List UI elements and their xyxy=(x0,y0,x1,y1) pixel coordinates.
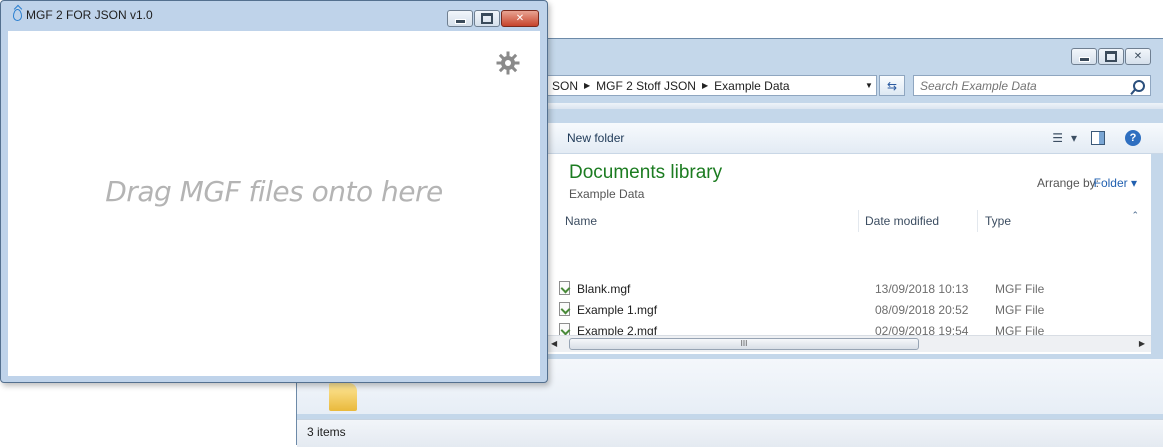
scrollbar-thumb[interactable]: III xyxy=(569,338,919,350)
drop-zone[interactable]: Drag MGF files onto here xyxy=(8,31,540,376)
help-icon[interactable]: ? xyxy=(1125,130,1141,146)
item-count: 3 items xyxy=(307,425,346,439)
horizontal-scrollbar[interactable]: ◀ III ▶ xyxy=(547,335,1151,352)
mgf-maximize-button[interactable] xyxy=(474,10,500,27)
water-drop-icon xyxy=(13,9,22,21)
close-icon: ✕ xyxy=(515,12,525,24)
explorer-caption-buttons xyxy=(1071,48,1151,65)
search-box[interactable] xyxy=(913,75,1151,96)
breadcrumb-1[interactable]: MGF 2 Stoff JSON xyxy=(592,79,700,93)
mgf-window: MGF 2 FOR JSON v1.0 ✕ Drag MGF files ont… xyxy=(0,0,548,383)
file-type: MGF File xyxy=(995,282,1045,296)
file-date: 08/09/2018 20:52 xyxy=(875,303,969,317)
refresh-button[interactable]: ⇆ xyxy=(879,75,905,96)
column-header-date[interactable]: Date modified xyxy=(865,214,939,228)
library-title: Documents library xyxy=(569,162,723,183)
file-name: Blank.mgf xyxy=(577,282,631,296)
drop-hint-text: Drag MGF files onto here xyxy=(105,175,443,208)
mgf-titlebar: MGF 2 FOR JSON v1.0 xyxy=(13,8,153,22)
refresh-icon: ⇆ xyxy=(886,78,898,93)
gear-icon[interactable] xyxy=(496,51,520,75)
column-divider[interactable] xyxy=(858,210,859,232)
scroll-left-icon[interactable]: ◀ xyxy=(551,339,557,348)
change-view-button[interactable]: ☰ ▾ xyxy=(1052,131,1077,145)
column-divider[interactable] xyxy=(977,210,978,232)
arrange-by-dropdown[interactable]: Folder xyxy=(1094,176,1137,190)
search-input[interactable] xyxy=(920,78,1120,93)
library-subtitle: Example Data xyxy=(569,187,645,201)
breadcrumb-arrow-icon[interactable]: ▶ xyxy=(700,81,710,90)
file-type: MGF File xyxy=(995,303,1045,317)
file-name: Example 1.mgf xyxy=(577,303,658,317)
breadcrumb-2[interactable]: Example Data xyxy=(710,79,793,93)
mgf-caption-buttons: ✕ xyxy=(447,10,539,27)
address-bar[interactable]: SON ▶ MGF 2 Stoff JSON ▶ Example Data ▼ xyxy=(547,75,877,96)
mgf-close-button[interactable]: ✕ xyxy=(501,10,539,27)
explorer-minimize-button[interactable] xyxy=(1071,48,1097,65)
explorer-close-button[interactable] xyxy=(1125,48,1151,65)
preview-pane-icon[interactable] xyxy=(1091,131,1105,145)
sort-caret-icon: ⌃ xyxy=(1131,210,1139,220)
mgf-file-icon xyxy=(559,281,570,295)
column-headers: Name Date modified Type ⌃ xyxy=(557,208,1151,234)
column-header-name[interactable]: Name xyxy=(565,214,597,228)
new-folder-button[interactable]: New folder xyxy=(567,131,624,145)
mgf-file-icon xyxy=(559,302,570,316)
breadcrumb-arrow-icon[interactable]: ▶ xyxy=(582,81,592,90)
search-icon[interactable] xyxy=(1133,79,1145,92)
scroll-right-icon[interactable]: ▶ xyxy=(1139,339,1145,348)
file-date: 13/09/2018 10:13 xyxy=(875,282,969,296)
window-title: MGF 2 FOR JSON v1.0 xyxy=(26,8,153,22)
mgf-minimize-button[interactable] xyxy=(447,10,473,27)
status-bar: 3 items xyxy=(297,419,1163,447)
address-dropdown-icon[interactable]: ▼ xyxy=(862,81,876,90)
file-list-pane: Documents library Example Data Arrange b… xyxy=(547,154,1151,354)
folder-icon xyxy=(329,383,357,411)
chevron-down-icon: ▾ xyxy=(1070,131,1077,145)
arrange-by-label: Arrange by: xyxy=(1036,176,1099,190)
breadcrumb-0[interactable]: SON xyxy=(548,79,582,93)
file-row[interactable]: Example 1.mgf 08/09/2018 20:52 MGF File xyxy=(557,300,1151,320)
column-header-type[interactable]: Type xyxy=(985,214,1011,228)
view-list-icon: ☰ xyxy=(1052,131,1063,145)
file-row[interactable]: Blank.mgf 13/09/2018 10:13 MGF File xyxy=(557,279,1151,299)
explorer-maximize-button[interactable] xyxy=(1098,48,1124,65)
